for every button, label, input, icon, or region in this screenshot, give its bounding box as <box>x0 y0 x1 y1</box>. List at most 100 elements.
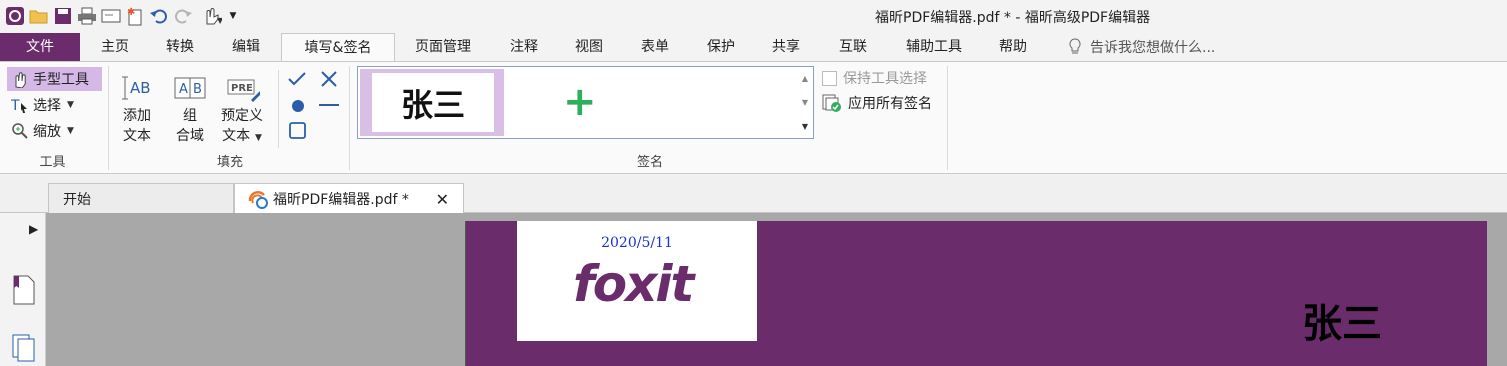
date-stamp[interactable]: 2020/5/11 foxit <box>517 221 757 341</box>
tab-protect[interactable]: 保护 <box>693 33 749 61</box>
customize-qat-icon[interactable]: ▼ <box>228 5 238 27</box>
checkbox-icon <box>822 70 837 86</box>
apply-all-signatures-button[interactable]: 应用所有签名 <box>822 93 932 113</box>
tab-convert[interactable]: 转换 <box>152 33 208 61</box>
zoom-tool-button[interactable]: 缩放 ▼ <box>7 119 78 143</box>
comb-field-label-2: 合域 <box>176 128 204 144</box>
cross-mark-icon[interactable] <box>319 70 339 88</box>
apply-signatures-icon <box>822 94 841 112</box>
tell-me-search[interactable]: 告诉我您想做什么... <box>1068 33 1215 61</box>
zoom-icon <box>12 123 28 139</box>
tab-form[interactable]: 表单 <box>627 33 683 61</box>
add-text-label-1: 添加 <box>123 108 151 124</box>
apply-all-signatures-label: 应用所有签名 <box>848 96 932 112</box>
signature-preview: 张三 <box>372 73 494 132</box>
group-divider <box>108 66 109 170</box>
checkmark-icon[interactable] <box>287 70 309 88</box>
tab-document[interactable]: 福昕PDF编辑器.pdf * ✕ <box>234 183 464 214</box>
tab-start[interactable]: 开始 <box>48 183 234 213</box>
screen-icon[interactable] <box>100 5 122 27</box>
tools-group-label: 工具 <box>39 155 66 170</box>
tell-me-placeholder: 告诉我您想做什么... <box>1090 40 1216 56</box>
group-divider <box>947 66 948 170</box>
signature-gallery: 张三 + ▲ ▼ ▼ <box>357 66 814 139</box>
scroll-down-icon[interactable]: ▼ <box>802 98 808 107</box>
comb-field-icon: AB <box>172 72 208 104</box>
chevron-down-icon: ▼ <box>67 100 74 110</box>
print-icon[interactable] <box>76 5 98 27</box>
comb-field-label-1: 组 <box>183 108 197 124</box>
expand-panel-icon[interactable]: ▶ <box>29 222 38 236</box>
tab-edit[interactable]: 编辑 <box>218 33 274 61</box>
tab-document-label: 福昕PDF编辑器.pdf * <box>273 192 409 208</box>
title-bar: ✱ ▼ ▼ 福昕PDF编辑器.pdf * - 福昕高级PDF编辑器 <box>0 0 1507 33</box>
tab-share[interactable]: 共享 <box>758 33 814 61</box>
predefined-text-label-2: 文本 ▼ <box>222 128 262 144</box>
stamp-date: 2020/5/11 <box>601 235 673 251</box>
ribbon-tabs: 文件 主页 转换 编辑 填写&签名 页面管理 注释 视图 表单 保护 共享 互联… <box>0 33 1507 62</box>
gallery-scrollbar[interactable]: ▲ ▼ ▼ <box>799 67 811 138</box>
add-text-button[interactable]: AB 添加 文本 <box>119 72 155 146</box>
predefined-text-label-1: 预定义 <box>221 108 263 124</box>
add-signature-icon[interactable]: + <box>563 82 597 122</box>
redo-icon[interactable] <box>172 5 194 27</box>
lightbulb-icon <box>1069 38 1081 54</box>
placed-signature[interactable]: 张三 <box>1302 291 1382 349</box>
svg-text:A: A <box>179 82 188 97</box>
tab-comment[interactable]: 注释 <box>496 33 552 61</box>
document-workspace: ▶ 2020/5/11 foxit 张三 <box>0 213 1507 366</box>
tab-start-label: 开始 <box>63 191 91 208</box>
keep-tool-selected-checkbox[interactable]: 保持工具选择 <box>822 68 927 88</box>
tab-accessibility[interactable]: 辅助工具 <box>894 33 974 61</box>
navigation-panel: ▶ <box>0 213 46 366</box>
svg-text:T: T <box>11 98 20 114</box>
bookmark-icon[interactable] <box>11 275 37 305</box>
close-icon[interactable]: ✕ <box>436 190 449 209</box>
pdf-page: 2020/5/11 foxit 张三 <box>465 221 1487 366</box>
select-tool-button[interactable]: T 选择 ▼ <box>7 93 78 117</box>
app-logo-icon[interactable] <box>4 5 26 27</box>
tab-file[interactable]: 文件 <box>0 33 80 61</box>
hand-tool-icon[interactable]: ▼ <box>196 5 226 27</box>
comb-field-button[interactable]: AB 组 合域 <box>172 72 208 146</box>
add-text-label-2: 文本 <box>123 128 151 144</box>
chevron-down-icon: ▼ <box>67 126 74 136</box>
zoom-label: 缩放 <box>33 124 61 140</box>
hand-tool-button[interactable]: 手型工具 <box>7 67 102 91</box>
svg-text:✱: ✱ <box>127 7 135 18</box>
rectangle-icon[interactable] <box>288 121 308 141</box>
tab-fill-sign[interactable]: 填写&签名 <box>281 33 395 62</box>
predefined-text-button[interactable]: PRE 预定义 文本 ▼ <box>221 72 263 148</box>
add-text-icon: AB <box>119 72 155 104</box>
select-label: 选择 <box>33 98 61 114</box>
tab-connect[interactable]: 互联 <box>825 33 881 61</box>
line-icon[interactable] <box>318 97 340 115</box>
foxit-logo-text: foxit <box>573 255 696 307</box>
keep-tool-selected-label: 保持工具选择 <box>843 71 927 87</box>
foxit-file-icon <box>248 191 268 209</box>
hand-icon <box>15 72 26 88</box>
tab-page-management[interactable]: 页面管理 <box>400 33 486 61</box>
chevron-down-icon: ▼ <box>252 133 262 143</box>
dot-icon[interactable] <box>289 97 307 115</box>
new-document-icon[interactable]: ✱ <box>124 5 146 27</box>
open-folder-icon[interactable] <box>28 5 50 27</box>
svg-text:PRE: PRE <box>231 83 253 94</box>
select-text-icon: T <box>11 98 27 114</box>
signature-thumbnail[interactable]: 张三 <box>360 69 504 136</box>
gallery-expand-icon[interactable]: ▼ <box>802 122 808 131</box>
tab-view[interactable]: 视图 <box>561 33 617 61</box>
predefined-text-icon: PRE <box>224 72 260 104</box>
scroll-up-icon[interactable]: ▲ <box>802 74 808 83</box>
svg-text:▼: ▼ <box>217 16 222 25</box>
subgroup-divider <box>278 70 279 148</box>
tab-help[interactable]: 帮助 <box>985 33 1041 61</box>
fill-group-label: 填充 <box>216 155 243 170</box>
hand-tool-label: 手型工具 <box>33 72 89 88</box>
save-icon[interactable] <box>52 5 74 27</box>
page-thumbnails-icon[interactable] <box>11 333 37 363</box>
tab-home[interactable]: 主页 <box>88 33 142 61</box>
group-divider <box>349 66 350 170</box>
undo-icon[interactable] <box>148 5 170 27</box>
foxit-logo: foxit <box>573 255 698 307</box>
